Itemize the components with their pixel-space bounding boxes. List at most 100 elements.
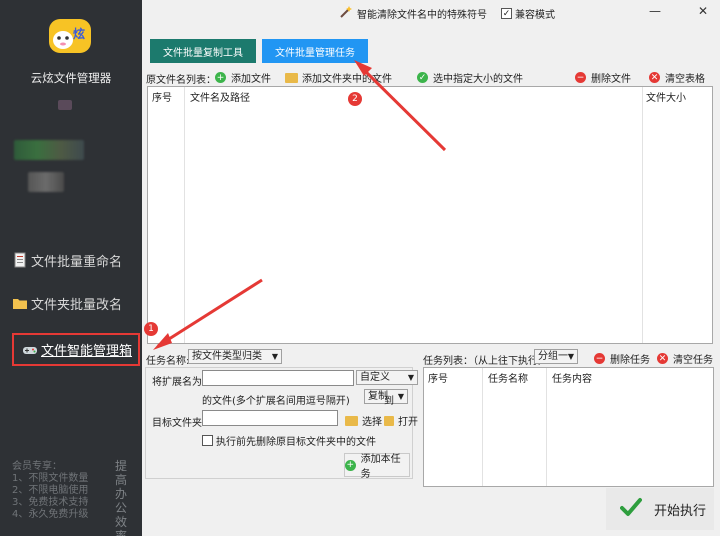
member-benefits: 会员专享： 1、不限文件数量 2、不限电脑使用 3、免费技术支持 4、永久免费升… [12, 461, 88, 521]
nav-folder-rename[interactable]: 文件夹批量改名 [12, 288, 136, 318]
clear-task-label: 清空任务 [673, 355, 713, 366]
task-list-table[interactable]: 序号 任务名称 任务内容 [423, 367, 714, 487]
choose-label: 选择 [362, 417, 382, 428]
open-label: 打开 [398, 417, 418, 428]
to-label: 到 [384, 396, 394, 407]
task-name-select[interactable]: 按文件类型归类 ▼ [188, 349, 282, 364]
nav-smart-manager[interactable]: 文件智能管理箱 [12, 333, 140, 366]
task-list-header: 序号 任务名称 任务内容 [424, 368, 713, 385]
member-line: 会员专享： [12, 461, 62, 472]
group-value: 分组一 [538, 351, 568, 362]
app-name: 云炫文件管理器 [30, 71, 112, 85]
folder-icon [345, 415, 358, 426]
tab-batch-manage[interactable]: 文件批量管理任务 [262, 39, 368, 63]
nav-label: 文件夹批量改名 [31, 297, 123, 313]
column-header: 任务内容 [552, 374, 592, 385]
select-size-label: 选中指定大小的文件 [433, 74, 523, 85]
delete-first-label: 执行前先删除原目标文件夹中的文件 [216, 437, 376, 448]
compat-label: 兼容模式 [515, 10, 555, 21]
file-list-table[interactable]: 序号 文件名及路径 文件大小 [147, 86, 713, 344]
close-icon[interactable]: ✕ [696, 4, 710, 18]
add-icon: + [345, 459, 356, 471]
column-header: 任务名称 [488, 374, 528, 385]
file-list-title: 原文件名列表： [146, 75, 216, 86]
side-slogan: 提高办公效率 [115, 459, 128, 536]
choose-folder-button[interactable]: 选择 [345, 413, 382, 428]
add-icon: + [215, 72, 226, 83]
blurred-area [58, 100, 72, 110]
minus-icon: − [575, 72, 586, 83]
checkbox-checked-icon: ✓ [501, 8, 512, 19]
check-circle-icon: ✓ [417, 72, 428, 83]
app-logo: 炫 [46, 16, 94, 56]
clean-special-chars-option[interactable]: 智能清除文件名中的特殊符号 [340, 6, 487, 21]
ext-input[interactable] [202, 370, 354, 386]
folder-icon [285, 72, 298, 83]
clear-table-button[interactable]: ✕ 清空表格 [649, 70, 705, 85]
clean-label: 智能清除文件名中的特殊符号 [357, 10, 487, 21]
delete-task-label: 删除任务 [610, 355, 650, 366]
gamepad-icon [22, 342, 38, 358]
clear-table-label: 清空表格 [665, 74, 705, 85]
column-header: 文件名及路径 [190, 93, 250, 104]
target-folder-label: 目标文件夹: [152, 418, 206, 429]
member-line: 4、永久免费升级 [12, 509, 89, 520]
task-name-label: 任务名称: [146, 356, 190, 367]
target-folder-input[interactable] [202, 410, 338, 426]
add-folder-button[interactable]: 添加文件夹中的文件 [285, 70, 392, 85]
ext-hint: 的文件(多个扩展名间用逗号隔开) [202, 396, 350, 407]
tab-batch-copy[interactable]: 文件批量复制工具 [150, 39, 256, 63]
file-list-header: 序号 文件名及路径 文件大小 [148, 87, 712, 104]
checkbox-icon [202, 435, 213, 446]
close-circle-icon: ✕ [649, 72, 660, 83]
member-line: 3、免费技术支持 [12, 497, 89, 508]
column-header: 序号 [152, 93, 172, 104]
close-circle-icon: ✕ [657, 353, 668, 364]
group-select[interactable]: 分组一 ▼ [534, 349, 578, 364]
annotation-badge-1: 1 [144, 322, 158, 336]
sidebar: 炫 云炫文件管理器 文件批量重命名 文件夹批量改名 文件智能管理箱 会员专享： … [0, 0, 142, 536]
add-task-label: 添加本任务 [360, 454, 401, 480]
chevron-down-icon: ▼ [567, 352, 574, 361]
ext-mode-select[interactable]: 自定义 ▼ [356, 370, 418, 385]
svg-text:炫: 炫 [73, 26, 85, 41]
start-button[interactable]: 开始执行 [606, 488, 714, 530]
delete-file-button[interactable]: − 删除文件 [575, 70, 631, 85]
column-header: 序号 [428, 374, 448, 385]
checkmark-icon [620, 496, 642, 522]
open-folder-icon [384, 415, 394, 426]
column-divider [184, 87, 185, 343]
delete-file-label: 删除文件 [591, 74, 631, 85]
delete-task-button[interactable]: − 删除任务 [594, 351, 650, 366]
delete-first-checkbox[interactable]: 执行前先删除原目标文件夹中的文件 [202, 433, 376, 448]
member-line: 1、不限文件数量 [12, 473, 89, 484]
column-divider [642, 87, 643, 343]
column-header: 文件大小 [646, 93, 686, 104]
nav-label: 文件批量重命名 [31, 254, 123, 270]
annotation-badge-2: 2 [348, 92, 362, 106]
add-file-label: 添加文件 [231, 74, 271, 85]
add-folder-label: 添加文件夹中的文件 [302, 74, 392, 85]
member-line: 2、不限电脑使用 [12, 485, 89, 496]
add-file-button[interactable]: + 添加文件 [215, 70, 271, 85]
minimize-icon[interactable]: — [648, 4, 662, 18]
chevron-down-icon: ▼ [271, 352, 278, 361]
ext-label: 将扩展名为: [152, 377, 206, 388]
task-name-value: 按文件类型归类 [192, 351, 262, 362]
open-folder-button[interactable]: 打开 [384, 413, 418, 428]
column-divider [546, 368, 547, 486]
column-divider [482, 368, 483, 486]
nav-batch-rename[interactable]: 文件批量重命名 [12, 245, 136, 275]
wand-icon [340, 6, 352, 21]
add-task-button[interactable]: + 添加本任务 [344, 453, 410, 480]
compat-mode-checkbox[interactable]: ✓ 兼容模式 [501, 6, 555, 21]
start-label: 开始执行 [654, 503, 707, 519]
folder-icon [12, 295, 28, 311]
minus-icon: − [594, 353, 605, 364]
chevron-down-icon: ▼ [397, 392, 404, 401]
task-list-title: 任务列表：（从上往下执行） [423, 356, 548, 367]
chevron-down-icon: ▼ [407, 373, 414, 382]
blurred-area [28, 172, 64, 192]
select-size-button[interactable]: ✓ 选中指定大小的文件 [417, 70, 523, 85]
clear-task-button[interactable]: ✕ 清空任务 [657, 351, 713, 366]
